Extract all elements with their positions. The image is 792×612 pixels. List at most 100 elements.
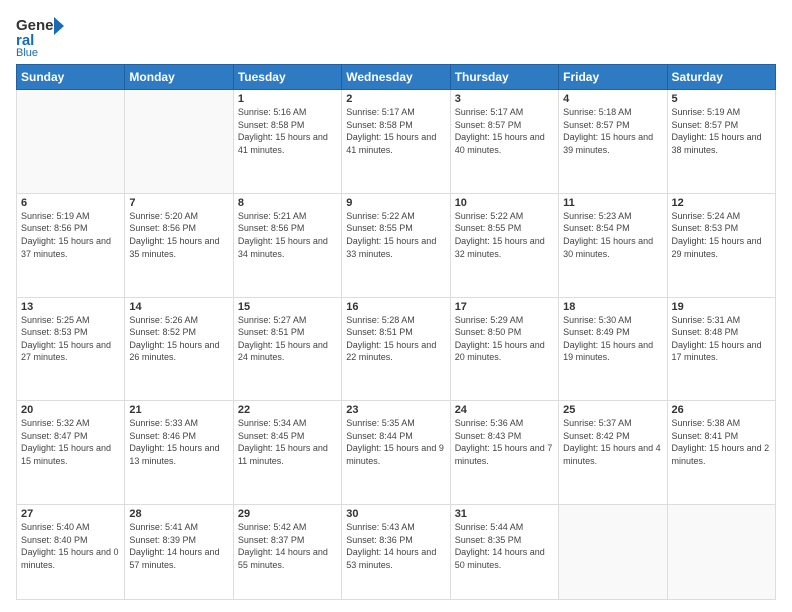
day-number: 25 xyxy=(563,404,662,416)
day-number: 3 xyxy=(455,93,554,105)
day-cell-28: 28Sunrise: 5:41 AMSunset: 8:39 PMDayligh… xyxy=(125,505,233,600)
day-cell-27: 27Sunrise: 5:40 AMSunset: 8:40 PMDayligh… xyxy=(17,505,125,600)
day-cell-11: 11Sunrise: 5:23 AMSunset: 8:54 PMDayligh… xyxy=(559,193,667,297)
day-info: Sunrise: 5:17 AMSunset: 8:57 PMDaylight:… xyxy=(455,106,554,156)
day-number: 1 xyxy=(238,93,337,105)
day-number: 11 xyxy=(563,197,662,209)
day-info: Sunrise: 5:35 AMSunset: 8:44 PMDaylight:… xyxy=(346,417,445,467)
day-number: 2 xyxy=(346,93,445,105)
svg-text:Blue: Blue xyxy=(16,47,38,56)
day-cell-1: 1Sunrise: 5:16 AMSunset: 8:58 PMDaylight… xyxy=(233,90,341,194)
day-info: Sunrise: 5:42 AMSunset: 8:37 PMDaylight:… xyxy=(238,521,337,571)
day-cell-10: 10Sunrise: 5:22 AMSunset: 8:55 PMDayligh… xyxy=(450,193,558,297)
day-cell-26: 26Sunrise: 5:38 AMSunset: 8:41 PMDayligh… xyxy=(667,401,775,505)
day-cell-31: 31Sunrise: 5:44 AMSunset: 8:35 PMDayligh… xyxy=(450,505,558,600)
weekday-header-monday: Monday xyxy=(125,65,233,90)
weekday-header-wednesday: Wednesday xyxy=(342,65,450,90)
day-info: Sunrise: 5:25 AMSunset: 8:53 PMDaylight:… xyxy=(21,314,120,364)
day-number: 22 xyxy=(238,404,337,416)
weekday-header-saturday: Saturday xyxy=(667,65,775,90)
day-cell-30: 30Sunrise: 5:43 AMSunset: 8:36 PMDayligh… xyxy=(342,505,450,600)
day-number: 6 xyxy=(21,197,120,209)
weekday-header-sunday: Sunday xyxy=(17,65,125,90)
day-cell-5: 5Sunrise: 5:19 AMSunset: 8:57 PMDaylight… xyxy=(667,90,775,194)
day-info: Sunrise: 5:33 AMSunset: 8:46 PMDaylight:… xyxy=(129,417,228,467)
day-cell-17: 17Sunrise: 5:29 AMSunset: 8:50 PMDayligh… xyxy=(450,297,558,401)
day-number: 16 xyxy=(346,301,445,313)
day-info: Sunrise: 5:23 AMSunset: 8:54 PMDaylight:… xyxy=(563,210,662,260)
day-cell-22: 22Sunrise: 5:34 AMSunset: 8:45 PMDayligh… xyxy=(233,401,341,505)
day-cell-13: 13Sunrise: 5:25 AMSunset: 8:53 PMDayligh… xyxy=(17,297,125,401)
day-number: 4 xyxy=(563,93,662,105)
day-info: Sunrise: 5:34 AMSunset: 8:45 PMDaylight:… xyxy=(238,417,337,467)
week-row-1: 1Sunrise: 5:16 AMSunset: 8:58 PMDaylight… xyxy=(17,90,776,194)
day-number: 21 xyxy=(129,404,228,416)
calendar-table: SundayMondayTuesdayWednesdayThursdayFrid… xyxy=(16,64,776,600)
day-cell-19: 19Sunrise: 5:31 AMSunset: 8:48 PMDayligh… xyxy=(667,297,775,401)
day-number: 24 xyxy=(455,404,554,416)
header: Gene ral Blue xyxy=(16,12,776,56)
day-cell-6: 6Sunrise: 5:19 AMSunset: 8:56 PMDaylight… xyxy=(17,193,125,297)
day-cell-8: 8Sunrise: 5:21 AMSunset: 8:56 PMDaylight… xyxy=(233,193,341,297)
day-number: 19 xyxy=(672,301,771,313)
day-info: Sunrise: 5:38 AMSunset: 8:41 PMDaylight:… xyxy=(672,417,771,467)
day-cell-29: 29Sunrise: 5:42 AMSunset: 8:37 PMDayligh… xyxy=(233,505,341,600)
day-cell-24: 24Sunrise: 5:36 AMSunset: 8:43 PMDayligh… xyxy=(450,401,558,505)
day-info: Sunrise: 5:17 AMSunset: 8:58 PMDaylight:… xyxy=(346,106,445,156)
empty-cell xyxy=(559,505,667,600)
day-number: 29 xyxy=(238,508,337,520)
day-info: Sunrise: 5:22 AMSunset: 8:55 PMDaylight:… xyxy=(455,210,554,260)
week-row-5: 27Sunrise: 5:40 AMSunset: 8:40 PMDayligh… xyxy=(17,505,776,600)
weekday-header-friday: Friday xyxy=(559,65,667,90)
day-info: Sunrise: 5:21 AMSunset: 8:56 PMDaylight:… xyxy=(238,210,337,260)
day-info: Sunrise: 5:19 AMSunset: 8:56 PMDaylight:… xyxy=(21,210,120,260)
day-number: 13 xyxy=(21,301,120,313)
day-info: Sunrise: 5:24 AMSunset: 8:53 PMDaylight:… xyxy=(672,210,771,260)
day-info: Sunrise: 5:19 AMSunset: 8:57 PMDaylight:… xyxy=(672,106,771,156)
weekday-header-tuesday: Tuesday xyxy=(233,65,341,90)
day-info: Sunrise: 5:36 AMSunset: 8:43 PMDaylight:… xyxy=(455,417,554,467)
day-number: 30 xyxy=(346,508,445,520)
day-cell-16: 16Sunrise: 5:28 AMSunset: 8:51 PMDayligh… xyxy=(342,297,450,401)
day-cell-20: 20Sunrise: 5:32 AMSunset: 8:47 PMDayligh… xyxy=(17,401,125,505)
week-row-4: 20Sunrise: 5:32 AMSunset: 8:47 PMDayligh… xyxy=(17,401,776,505)
day-cell-12: 12Sunrise: 5:24 AMSunset: 8:53 PMDayligh… xyxy=(667,193,775,297)
day-number: 28 xyxy=(129,508,228,520)
day-number: 31 xyxy=(455,508,554,520)
day-info: Sunrise: 5:29 AMSunset: 8:50 PMDaylight:… xyxy=(455,314,554,364)
day-info: Sunrise: 5:20 AMSunset: 8:56 PMDaylight:… xyxy=(129,210,228,260)
day-cell-23: 23Sunrise: 5:35 AMSunset: 8:44 PMDayligh… xyxy=(342,401,450,505)
day-info: Sunrise: 5:28 AMSunset: 8:51 PMDaylight:… xyxy=(346,314,445,364)
day-number: 5 xyxy=(672,93,771,105)
day-number: 18 xyxy=(563,301,662,313)
day-number: 20 xyxy=(21,404,120,416)
day-number: 7 xyxy=(129,197,228,209)
day-cell-9: 9Sunrise: 5:22 AMSunset: 8:55 PMDaylight… xyxy=(342,193,450,297)
day-info: Sunrise: 5:26 AMSunset: 8:52 PMDaylight:… xyxy=(129,314,228,364)
day-number: 15 xyxy=(238,301,337,313)
day-number: 14 xyxy=(129,301,228,313)
day-info: Sunrise: 5:40 AMSunset: 8:40 PMDaylight:… xyxy=(21,521,120,571)
day-cell-7: 7Sunrise: 5:20 AMSunset: 8:56 PMDaylight… xyxy=(125,193,233,297)
day-number: 10 xyxy=(455,197,554,209)
logo-svg: Gene ral Blue xyxy=(16,12,66,56)
day-number: 23 xyxy=(346,404,445,416)
logo: Gene ral Blue xyxy=(16,12,66,56)
day-cell-21: 21Sunrise: 5:33 AMSunset: 8:46 PMDayligh… xyxy=(125,401,233,505)
day-number: 9 xyxy=(346,197,445,209)
week-row-2: 6Sunrise: 5:19 AMSunset: 8:56 PMDaylight… xyxy=(17,193,776,297)
day-number: 17 xyxy=(455,301,554,313)
day-cell-25: 25Sunrise: 5:37 AMSunset: 8:42 PMDayligh… xyxy=(559,401,667,505)
day-cell-4: 4Sunrise: 5:18 AMSunset: 8:57 PMDaylight… xyxy=(559,90,667,194)
day-cell-3: 3Sunrise: 5:17 AMSunset: 8:57 PMDaylight… xyxy=(450,90,558,194)
day-number: 8 xyxy=(238,197,337,209)
day-info: Sunrise: 5:27 AMSunset: 8:51 PMDaylight:… xyxy=(238,314,337,364)
day-info: Sunrise: 5:18 AMSunset: 8:57 PMDaylight:… xyxy=(563,106,662,156)
day-cell-15: 15Sunrise: 5:27 AMSunset: 8:51 PMDayligh… xyxy=(233,297,341,401)
day-cell-2: 2Sunrise: 5:17 AMSunset: 8:58 PMDaylight… xyxy=(342,90,450,194)
empty-cell xyxy=(667,505,775,600)
day-cell-18: 18Sunrise: 5:30 AMSunset: 8:49 PMDayligh… xyxy=(559,297,667,401)
empty-cell xyxy=(17,90,125,194)
week-row-3: 13Sunrise: 5:25 AMSunset: 8:53 PMDayligh… xyxy=(17,297,776,401)
day-cell-14: 14Sunrise: 5:26 AMSunset: 8:52 PMDayligh… xyxy=(125,297,233,401)
